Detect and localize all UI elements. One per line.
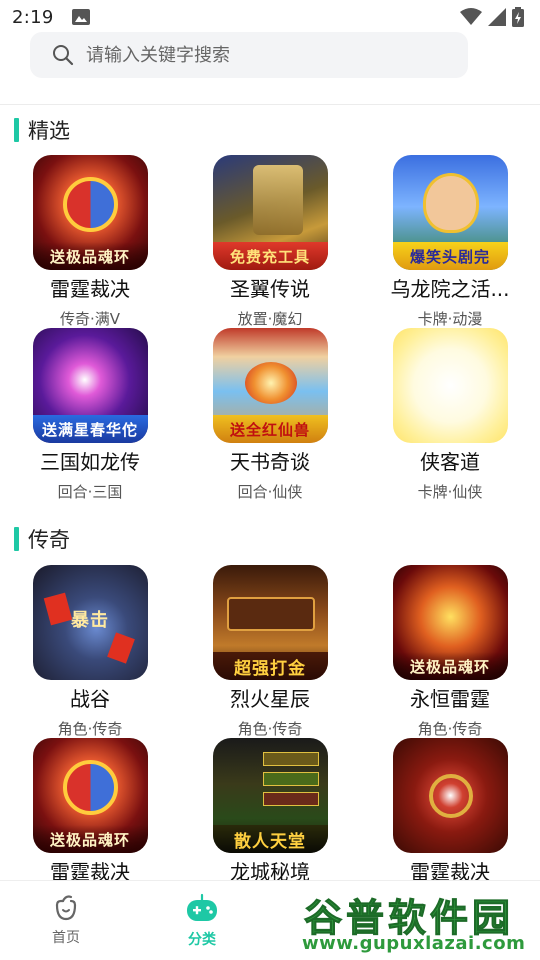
gamepad-icon: [187, 893, 217, 921]
section-title-legend: 传奇: [14, 524, 70, 554]
game-name: 烈火星辰: [230, 687, 310, 711]
status-bar: 2:19: [0, 0, 540, 34]
game-card[interactable]: 侠客道 卡牌·仙侠: [380, 328, 520, 502]
status-indicators: [460, 7, 524, 27]
game-icon: 送极品魂环: [32, 738, 148, 853]
game-card[interactable]: 送极品魂环 雷霆裁决 传奇·满V: [20, 155, 160, 329]
game-icon-banner: 超强打金: [212, 652, 328, 680]
nav-item-home[interactable]: 首页: [26, 893, 106, 947]
game-icon: [392, 328, 508, 443]
game-tags: 卡牌·仙侠: [417, 483, 483, 501]
nav-label-category: 分类: [188, 932, 216, 948]
game-icon: 送极品魂环: [32, 155, 148, 270]
section-accent-bar: [14, 527, 19, 551]
game-name: 天书奇谈: [230, 450, 310, 474]
game-tags: 回合·三国: [57, 483, 123, 501]
game-icon-banner: 送极品魂环: [392, 652, 508, 680]
signal-icon: [488, 8, 506, 26]
game-card[interactable]: 送满星春华佗 三国如龙传 回合·三国: [20, 328, 160, 502]
search-bar[interactable]: [30, 32, 468, 78]
game-tags: 角色·传奇: [417, 720, 483, 738]
game-icon-banner: 散人天堂: [212, 825, 328, 853]
game-icon: 免费充工具: [212, 155, 328, 270]
game-icon-banner: 免费充工具: [212, 242, 328, 270]
game-name: 侠客道: [420, 450, 480, 474]
game-icon: [392, 738, 508, 853]
wifi-icon: [460, 8, 482, 25]
game-icon-banner: 暴击: [71, 610, 109, 631]
section-accent-bar: [14, 118, 19, 142]
game-icon-banner: 爆笑头剧完: [392, 242, 508, 270]
game-icon: 散人天堂: [212, 738, 328, 853]
header-divider: [0, 104, 540, 105]
game-card[interactable]: 超强打金 烈火星辰 角色·传奇: [200, 565, 340, 739]
game-icon: 爆笑头剧完: [392, 155, 508, 270]
section-title-text: 精选: [28, 119, 70, 143]
game-card[interactable]: 送极品魂环 雷霆裁决: [20, 738, 160, 885]
game-card[interactable]: 送全红仙兽 天书奇谈 回合·仙侠: [200, 328, 340, 502]
game-name: 圣翼传说: [230, 277, 310, 301]
game-icon: 送全红仙兽: [212, 328, 328, 443]
game-icon-banner: 送满星春华佗: [32, 415, 148, 443]
watermark-url: www.gupuxlazai.com: [302, 933, 526, 954]
game-icon: 送极品魂环: [392, 565, 508, 680]
game-icon-banner: 送极品魂环: [32, 825, 148, 853]
game-name: 三国如龙传: [40, 450, 140, 474]
search-icon: [53, 45, 74, 66]
section-title-featured: 精选: [14, 115, 70, 145]
game-name: 永恒雷霆: [410, 687, 490, 711]
game-tags: 角色·传奇: [57, 720, 123, 738]
status-time: 2:19: [12, 6, 54, 28]
section-title-text: 传奇: [28, 528, 70, 552]
game-icon: 暴击: [32, 565, 148, 680]
game-tags: 角色·传奇: [237, 720, 303, 738]
game-tags: 卡牌·动漫: [417, 310, 483, 328]
image-notification-icon: [71, 9, 90, 25]
search-input[interactable]: [86, 44, 426, 66]
battery-icon: [512, 7, 524, 27]
game-name: 战谷: [70, 687, 110, 711]
game-card[interactable]: 雷霆裁决: [380, 738, 520, 885]
game-card[interactable]: 暴击 战谷 角色·传奇: [20, 565, 160, 739]
game-card[interactable]: 爆笑头剧完 乌龙院之活... 卡牌·动漫: [380, 155, 520, 329]
game-icon-banner: 送全红仙兽: [212, 415, 328, 443]
game-tags: 放置·魔幻: [237, 310, 303, 328]
game-tags: 传奇·满V: [59, 310, 121, 328]
game-tags: 回合·仙侠: [237, 483, 303, 501]
home-bag-icon: [55, 895, 77, 921]
game-icon: 送满星春华佗: [32, 328, 148, 443]
game-name: 乌龙院之活...: [390, 277, 510, 301]
game-icon-banner: 送极品魂环: [32, 242, 148, 270]
game-card[interactable]: 送极品魂环 永恒雷霆 角色·传奇: [380, 565, 520, 739]
game-name: 雷霆裁决: [50, 277, 130, 301]
game-card[interactable]: 免费充工具 圣翼传说 放置·魔幻: [200, 155, 340, 329]
watermark-logo: 谷普软件园 www.gupuxlazai.com: [296, 885, 540, 957]
nav-item-category[interactable]: 分类: [162, 893, 242, 949]
game-card[interactable]: 散人天堂 龙城秘境: [200, 738, 340, 885]
nav-label-home: 首页: [52, 930, 80, 946]
game-icon: 超强打金: [212, 565, 328, 680]
